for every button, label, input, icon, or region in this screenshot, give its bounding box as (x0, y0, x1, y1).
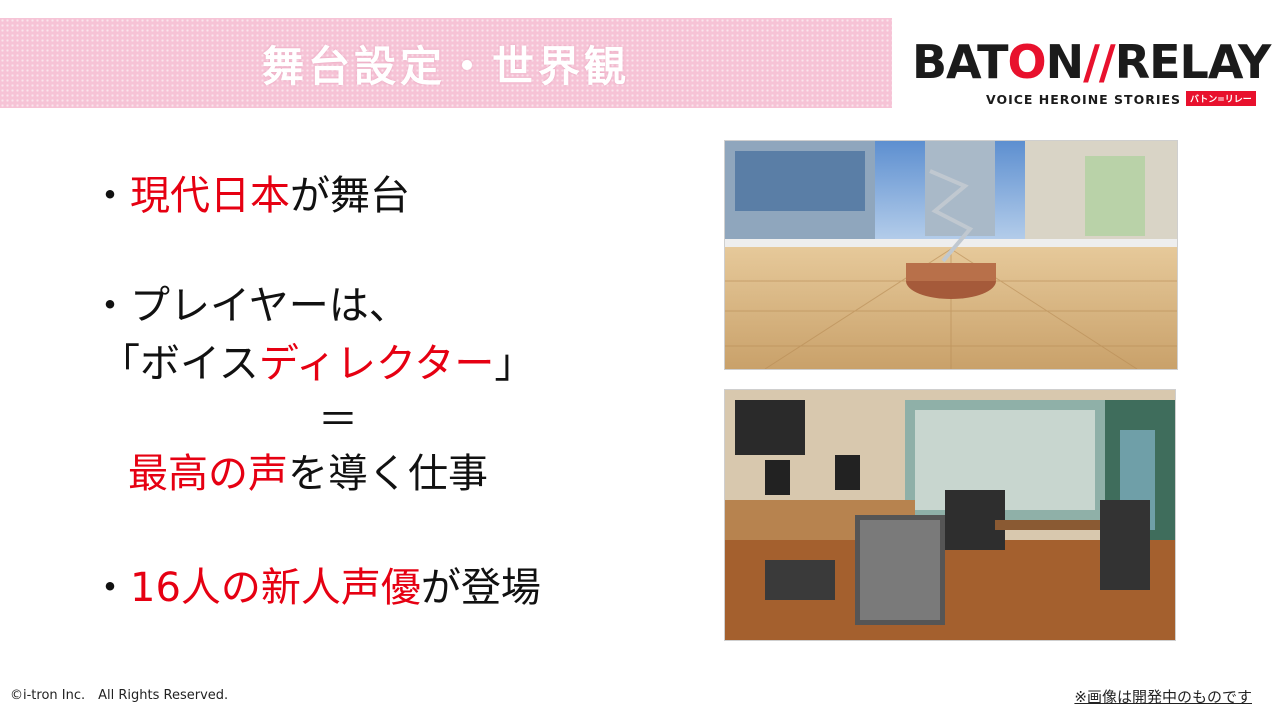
logo-text-n: N (1045, 35, 1084, 89)
bullet-setting-highlight: 現代日本 (130, 173, 290, 219)
station-plaza-image (724, 140, 1178, 370)
logo-subtitle: VOICE HEROINE STORIES (986, 92, 1182, 107)
station-plaza-illustration (725, 141, 1177, 369)
copyright-text: ©i-tron Inc. All Rights Reserved. (10, 688, 229, 703)
development-note: ※画像は開発中のものです (1074, 688, 1252, 706)
logo-tag: バトン=リレー (1186, 91, 1256, 106)
recording-studio-illustration (725, 390, 1175, 640)
logo-wordmark: BAT O N//RELAY (912, 34, 1272, 90)
voice-director-highlight: ディレクター (258, 341, 495, 387)
baton-relay-logo: BAT O N//RELAY VOICE HEROINE STORIES バトン=リ… (906, 34, 1271, 110)
logo-slash: // (1083, 35, 1116, 89)
page-title: 舞台設定・世界観 (261, 41, 630, 91)
logo-text-relay: RELAY (1114, 35, 1272, 89)
bullet-player-line2: 「ボイスディレクター」 (100, 341, 535, 387)
logo-text-bat: BAT (912, 35, 1008, 89)
cast-highlight: 16人の新人声優 (130, 565, 421, 611)
equals-sign: ＝ (318, 397, 358, 443)
recording-studio-image (724, 389, 1176, 641)
bullet-player-line1: ・プレイヤーは、 (90, 283, 409, 329)
bullet-setting: ・現代日本が舞台 (90, 173, 410, 219)
title-banner: 舞台設定・世界観 (0, 18, 892, 108)
bullet-cast: ・16人の新人声優が登場 (90, 565, 541, 611)
bullet-player-line4: 最高の声を導く仕事 (128, 451, 488, 497)
best-voice-highlight: 最高の声 (128, 451, 288, 497)
logo-text-o: O (1007, 35, 1046, 89)
